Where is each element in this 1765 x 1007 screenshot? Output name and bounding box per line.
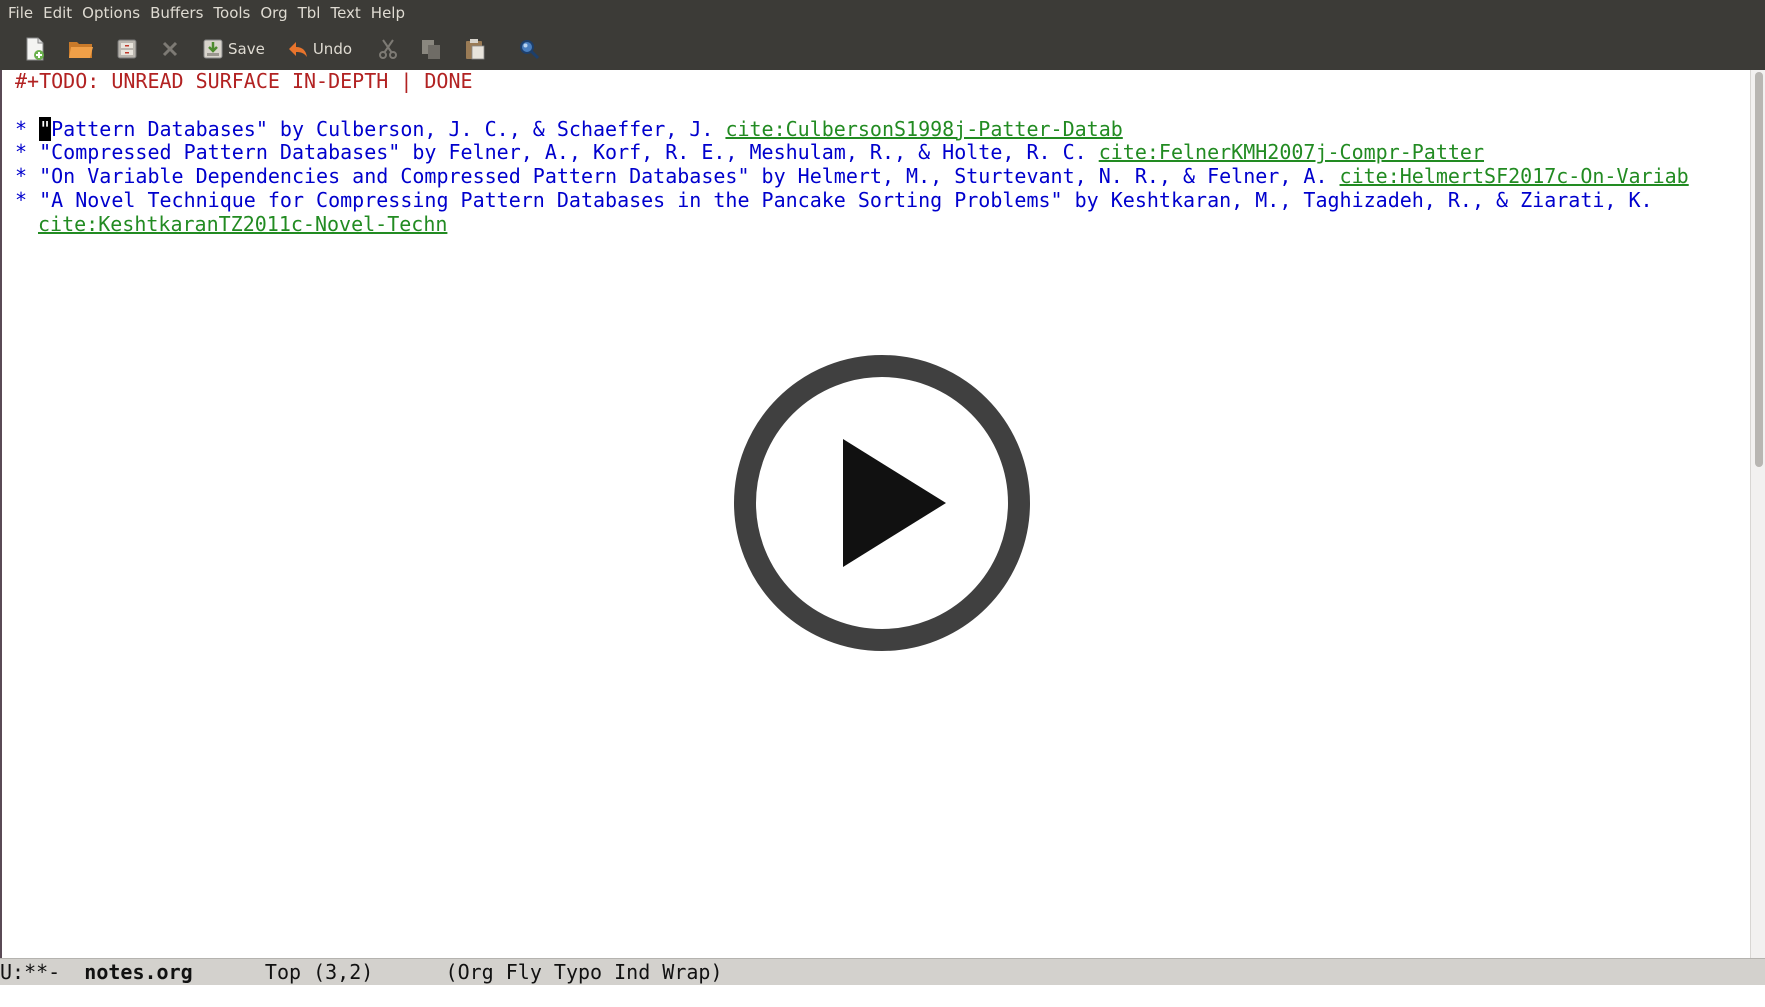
org-heading: * "On Variable Dependencies and Compress…: [15, 164, 1745, 189]
frame-left-edge: [0, 70, 2, 960]
cite-link[interactable]: cite:CulbersonS1998j-Patter-Datab: [725, 117, 1122, 141]
play-button-icon[interactable]: [734, 355, 1030, 651]
undo-button[interactable]: Undo: [283, 32, 356, 66]
new-file-button[interactable]: [20, 32, 50, 66]
menu-edit[interactable]: Edit: [38, 0, 77, 27]
buffer-name[interactable]: notes.org: [84, 960, 192, 984]
close-icon: [162, 41, 178, 56]
search-icon: [520, 39, 540, 59]
copy-icon: [422, 39, 441, 59]
heading-star: *: [15, 164, 40, 189]
menu-tools[interactable]: Tools: [208, 0, 255, 27]
echo-area[interactable]: [0, 985, 1765, 1007]
undo-arrow-icon: [288, 41, 307, 57]
heading-star: *: [15, 116, 40, 141]
cite-link[interactable]: cite:FelnerKMH2007j-Compr-Patter: [1099, 140, 1484, 164]
menu-text[interactable]: Text: [325, 0, 365, 27]
cite-link[interactable]: cite:KeshtkaranTZ2011c-Novel-Techn: [38, 212, 447, 236]
new-file-icon: [26, 37, 44, 60]
menu-tbl[interactable]: Tbl: [293, 0, 326, 27]
file-cabinet-icon: [117, 39, 137, 58]
cut-button[interactable]: [374, 32, 402, 66]
open-file-button[interactable]: [64, 32, 98, 66]
menu-bar: File Edit Options Buffers Tools Org Tbl …: [0, 0, 1765, 27]
menu-file[interactable]: File: [0, 0, 38, 27]
copy-button[interactable]: [416, 32, 446, 66]
heading-text: "Compressed Pattern Databases" by Felner…: [39, 140, 1099, 165]
menu-buffers[interactable]: Buffers: [145, 0, 208, 27]
dired-button[interactable]: [112, 32, 142, 66]
close-buffer-button[interactable]: [156, 32, 184, 66]
search-button[interactable]: [514, 32, 544, 66]
cursor-position: Top (3,2): [192, 960, 446, 984]
heading-text: "A Novel Technique for Compressing Patte…: [39, 187, 1653, 212]
save-icon: [203, 39, 223, 58]
scrollbar-thumb[interactable]: [1755, 72, 1763, 467]
menu-help[interactable]: Help: [366, 0, 410, 27]
paste-button[interactable]: [460, 32, 490, 66]
mode-line: U:**- notes.org Top (3,2) (Org Fly Typo …: [0, 958, 1765, 985]
menu-options[interactable]: Options: [77, 0, 145, 27]
heading-star: *: [15, 140, 40, 165]
save-label: Save: [228, 39, 265, 58]
heading-text: Pattern Databases" by Culberson, J. C., …: [51, 116, 726, 141]
org-heading: * "Compressed Pattern Databases" by Feln…: [15, 140, 1745, 165]
scissors-icon: [379, 38, 398, 59]
todo-keywords-line: #+TODO: UNREAD SURFACE IN-DEPTH | DONE: [15, 69, 473, 93]
org-heading-continuation: cite:KeshtkaranTZ2011c-Novel-Techn: [15, 212, 1745, 237]
heading-text: "On Variable Dependencies and Compressed…: [39, 164, 1340, 189]
folder-icon: [69, 41, 93, 58]
buffer-status: U:**-: [0, 960, 85, 984]
save-button[interactable]: Save: [198, 32, 269, 66]
text-cursor: ": [39, 116, 52, 141]
toolbar: Save Undo: [0, 27, 1765, 70]
org-heading: * "A Novel Technique for Compressing Pat…: [15, 187, 1745, 213]
major-minor-modes[interactable]: (Org Fly Typo Ind Wrap): [446, 960, 723, 984]
undo-label: Undo: [312, 39, 353, 58]
heading-star: *: [15, 187, 40, 212]
org-heading: * "Pattern Databases" by Culberson, J. C…: [15, 116, 1745, 142]
menu-org[interactable]: Org: [255, 0, 292, 27]
cite-link[interactable]: cite:HelmertSF2017c-On-Variab: [1340, 164, 1689, 188]
clipboard-icon: [466, 38, 485, 59]
